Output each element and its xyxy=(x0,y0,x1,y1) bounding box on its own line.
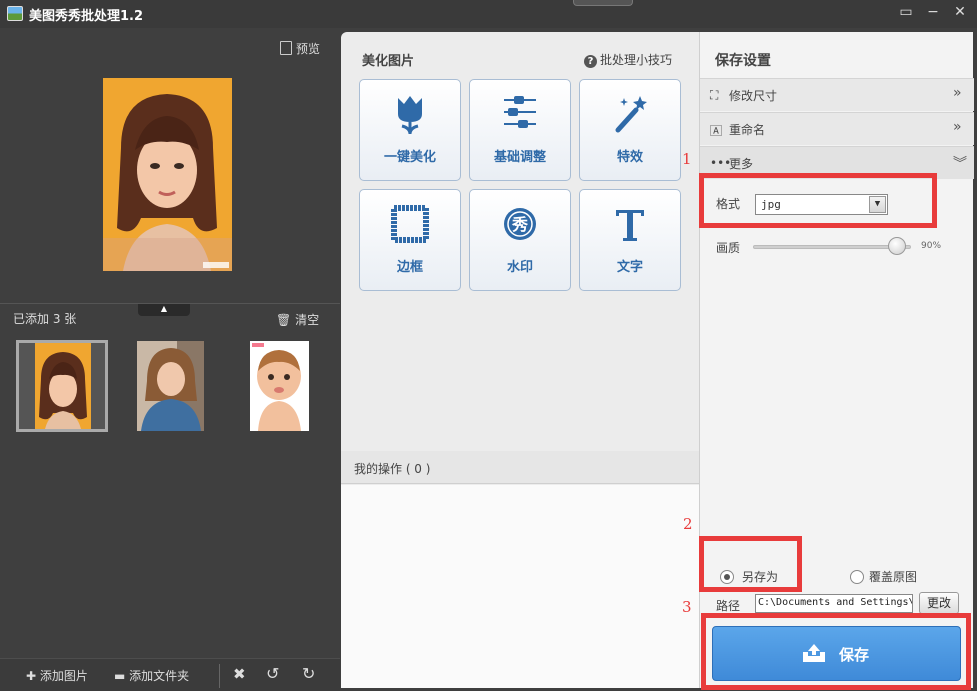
clear-button[interactable]: 🗑 清空 xyxy=(276,311,319,328)
preview-icon xyxy=(280,41,292,55)
annotation-box-1 xyxy=(699,173,937,228)
drag-handle[interactable] xyxy=(573,0,633,6)
add-folder-button[interactable]: ▬ 添加文件夹 xyxy=(114,667,189,684)
close-button[interactable]: ✕ xyxy=(951,3,969,21)
annotation-box-2 xyxy=(699,536,802,592)
tool-text[interactable]: 文字 xyxy=(579,189,681,291)
rename-icon: 🄰 xyxy=(710,124,723,138)
my-operations-list xyxy=(341,485,699,688)
quality-value: 90% xyxy=(921,241,942,251)
magic-wand-icon xyxy=(580,92,680,136)
change-path-button[interactable]: 更改 xyxy=(919,592,959,614)
annotation-number-2: 2 xyxy=(683,515,693,533)
thumbnail-2[interactable] xyxy=(137,341,204,431)
overwrite-radio[interactable]: 覆盖原图 xyxy=(850,568,917,585)
tool-label: 特效 xyxy=(616,150,643,165)
text-icon xyxy=(580,202,680,246)
tool-label: 边框 xyxy=(396,260,423,275)
app-icon xyxy=(7,6,23,21)
annotation-number-1: 1 xyxy=(682,150,692,168)
tool-label: 基础调整 xyxy=(493,150,546,165)
collapse-toggle[interactable]: ▲ xyxy=(138,304,190,316)
folder-icon: ▬ xyxy=(114,669,126,683)
section-label: 重命名 xyxy=(729,123,766,137)
frame-icon xyxy=(360,202,460,246)
add-folder-label: 添加文件夹 xyxy=(129,669,190,683)
overwrite-label: 覆盖原图 xyxy=(869,570,918,584)
tool-basic-adjust[interactable]: 基础调整 xyxy=(469,79,571,181)
crop-icon: ⛶ xyxy=(710,88,719,102)
clear-label: 清空 xyxy=(295,313,320,327)
tool-one-click-beautify[interactable]: 一键美化 xyxy=(359,79,461,181)
expand-icon: » xyxy=(953,119,962,135)
add-image-label: 添加图片 xyxy=(39,669,88,683)
minimize-button[interactable]: − xyxy=(924,3,942,21)
rotate-right-icon[interactable]: ↻ xyxy=(302,664,315,683)
toolbar-divider xyxy=(219,664,220,688)
watermark-icon: 秀 xyxy=(470,202,570,246)
delete-icon[interactable]: ✖ xyxy=(233,665,246,683)
my-operations-title: 我的操作 ( 0 ) xyxy=(354,462,431,476)
window-title: 美图秀秀批处理1.2 xyxy=(29,9,144,24)
tool-label: 一键美化 xyxy=(383,150,436,165)
quality-slider-thumb[interactable] xyxy=(888,237,907,255)
sliders-icon xyxy=(470,92,570,136)
section-resize[interactable]: ⛶ 修改尺寸 » xyxy=(700,78,974,111)
rotate-left-icon[interactable]: ↺ xyxy=(266,664,279,683)
main-photo xyxy=(103,78,232,271)
save-settings-title: 保存设置 xyxy=(715,53,771,69)
radio-icon xyxy=(850,570,864,584)
feedback-icon[interactable]: ▭ xyxy=(897,3,915,21)
trash-icon: 🗑 xyxy=(276,313,292,327)
tool-label: 文字 xyxy=(616,260,643,275)
expand-icon: » xyxy=(953,85,962,101)
section-label: 更多 xyxy=(729,157,754,171)
beautify-title: 美化图片 xyxy=(362,54,415,69)
my-operations-header: 我的操作 ( 0 ) xyxy=(341,451,699,484)
section-label: 修改尺寸 xyxy=(729,89,778,103)
path-label: 路径 xyxy=(716,599,741,613)
annotation-box-3 xyxy=(701,613,971,690)
help-icon: ? xyxy=(584,55,597,68)
tool-label: 水印 xyxy=(506,260,533,275)
tool-frame[interactable]: 边框 xyxy=(359,189,461,291)
section-rename[interactable]: 🄰 重命名 » xyxy=(700,112,974,145)
preview-label: 预览 xyxy=(296,42,321,56)
add-image-button[interactable]: ✚ 添加图片 xyxy=(26,667,88,684)
beautify-panel: 美化图片 ? 批处理小技巧 一键美化 基础调整 特效 边框 秀 水印 文字 我的… xyxy=(341,32,699,688)
svg-text:秀: 秀 xyxy=(511,215,528,234)
tips-link[interactable]: ? 批处理小技巧 xyxy=(584,51,672,68)
thumbnail-1[interactable] xyxy=(16,340,108,432)
title-bar: 美图秀秀批处理1.2 ▭ − ✕ xyxy=(0,0,977,28)
image-list-panel: 预览 ▲ 已添加 3 张 🗑 清空 ✚ 添加图片 ▬ 添加文件夹 ✖ ↺ ↻ xyxy=(0,28,340,691)
tips-label: 批处理小技巧 xyxy=(600,53,673,67)
annotation-number-3: 3 xyxy=(682,598,692,616)
tool-effects[interactable]: 特效 xyxy=(579,79,681,181)
path-input[interactable]: C:\Documents and Settings\ xyxy=(755,594,913,613)
collapse-icon: ︾ xyxy=(953,156,967,172)
added-count: 已添加 3 张 xyxy=(13,312,77,326)
thumbnail-3[interactable] xyxy=(250,341,309,431)
bottom-toolbar: ✚ 添加图片 ▬ 添加文件夹 ✖ ↺ ↻ xyxy=(0,658,340,691)
tulip-icon xyxy=(360,92,460,136)
plus-icon: ✚ xyxy=(26,669,37,683)
preview-button[interactable]: 预览 xyxy=(280,40,320,57)
tool-watermark[interactable]: 秀 水印 xyxy=(469,189,571,291)
quality-label: 画质 xyxy=(716,241,741,255)
